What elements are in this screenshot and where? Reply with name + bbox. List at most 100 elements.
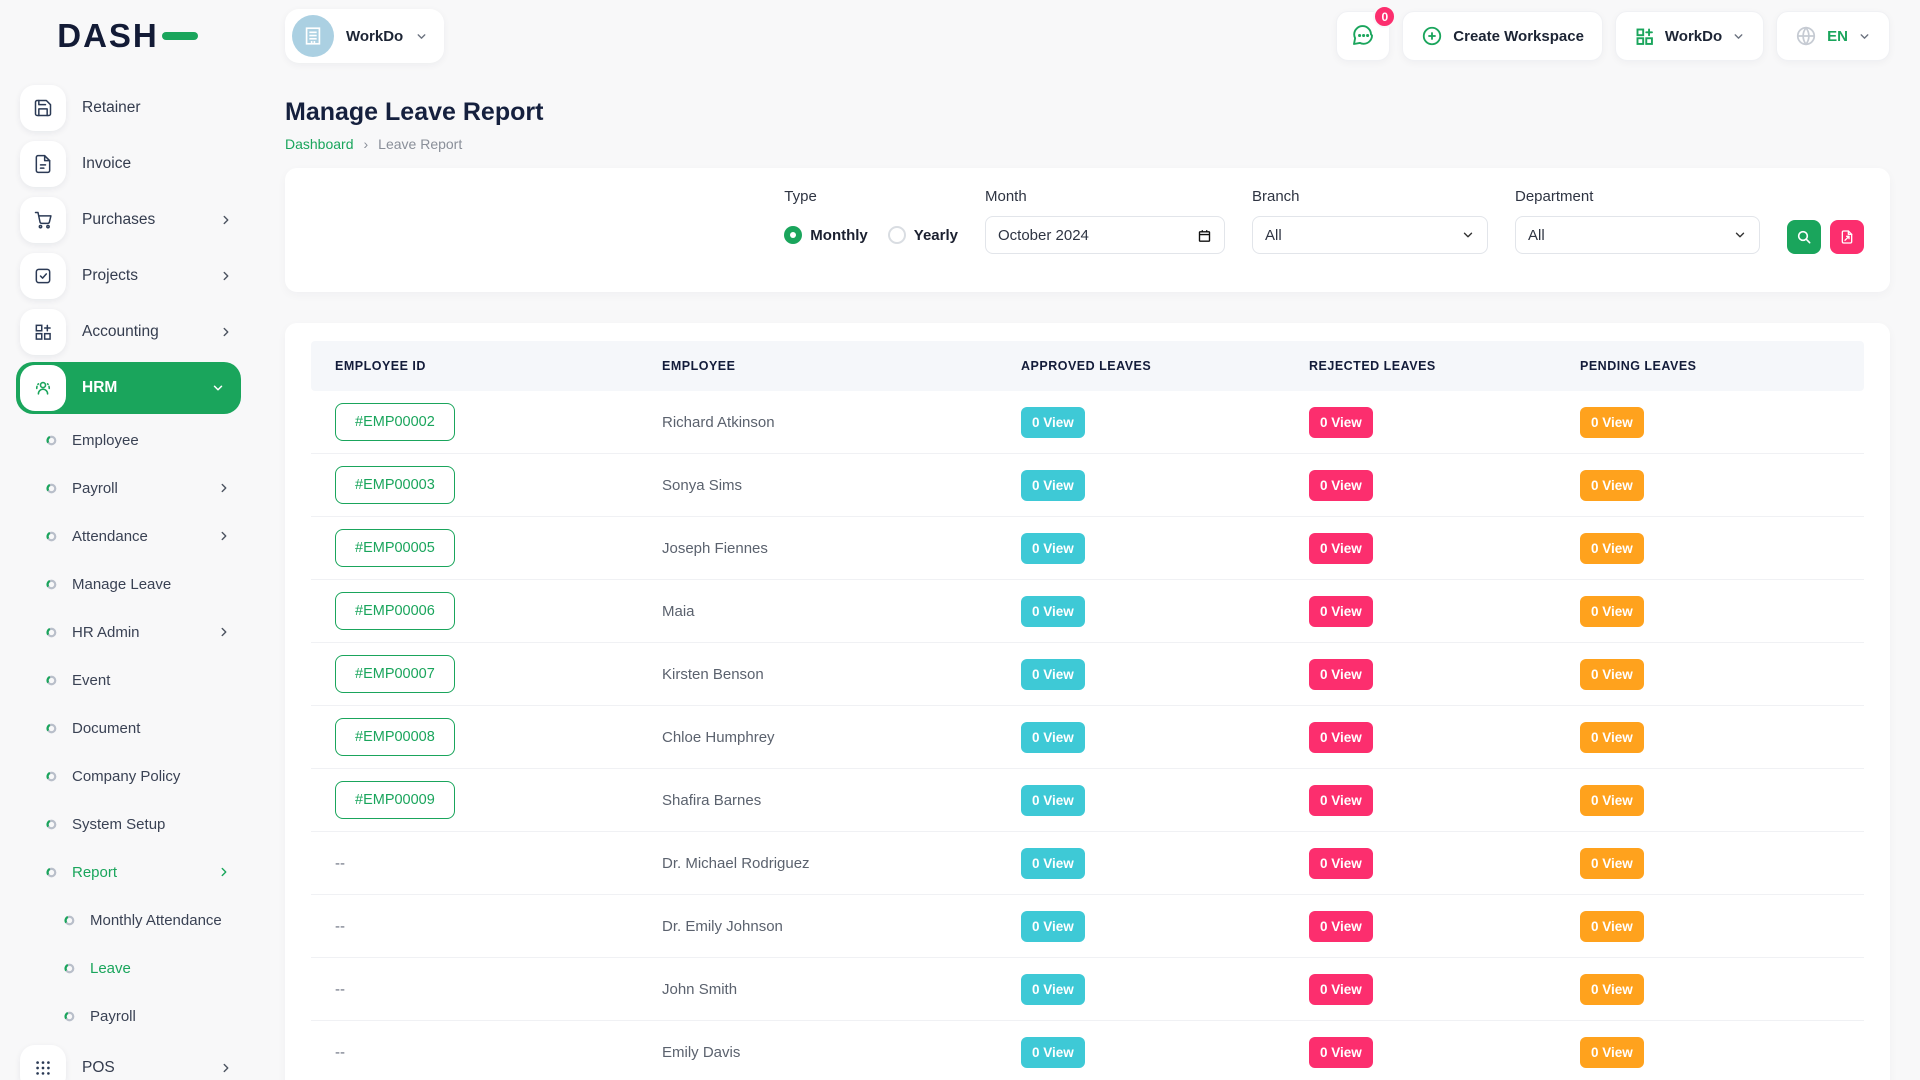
radio-monthly[interactable]: Monthly [784, 226, 868, 244]
sidebar-item-retainer[interactable]: Retainer [16, 80, 241, 136]
employee-name: Shafira Barnes [638, 769, 997, 831]
chevron-right-icon [217, 625, 231, 639]
create-workspace-button[interactable]: Create Workspace [1402, 11, 1603, 61]
employee-id-button[interactable]: #EMP00005 [335, 529, 455, 567]
search-button[interactable] [1787, 220, 1821, 254]
logo-dash-icon [162, 32, 198, 40]
sidebar-item-hr-admin[interactable]: HR Admin [16, 608, 241, 656]
sidebar-item-report[interactable]: Report [16, 848, 241, 896]
employee-id-button[interactable]: #EMP00002 [335, 403, 455, 441]
create-workspace-label: Create Workspace [1453, 28, 1584, 45]
building-icon [292, 15, 334, 57]
approved-leaves-view-button[interactable]: 0 View [1021, 470, 1085, 501]
approved-leaves-view-button[interactable]: 0 View [1021, 659, 1085, 690]
sidebar-item-leave[interactable]: Leave [16, 944, 241, 992]
approved-leaves-view-button[interactable]: 0 View [1021, 848, 1085, 879]
bullet-icon [46, 435, 57, 446]
sidebar-subitem-label: Company Policy [72, 768, 231, 785]
sidebar-item-payroll[interactable]: Payroll [16, 992, 241, 1040]
rejected-leaves-view-button[interactable]: 0 View [1309, 911, 1373, 942]
employee-id-button[interactable]: #EMP00007 [335, 655, 455, 693]
approved-leaves-view-button[interactable]: 0 View [1021, 533, 1085, 564]
rejected-leaves-view-button[interactable]: 0 View [1309, 848, 1373, 879]
breadcrumb-dashboard-link[interactable]: Dashboard [285, 136, 354, 152]
rejected-leaves-view-button[interactable]: 0 View [1309, 785, 1373, 816]
bullet-icon [64, 963, 75, 974]
sidebar-item-purchases[interactable]: Purchases [16, 192, 241, 248]
approved-leaves-view-button[interactable]: 0 View [1021, 974, 1085, 1005]
sidebar-item-pos[interactable]: POS [16, 1040, 241, 1080]
approved-leaves-view-button[interactable]: 0 View [1021, 407, 1085, 438]
team-icon [20, 365, 66, 411]
sidebar-item-hrm[interactable]: HRM [16, 362, 241, 414]
employee-id-button[interactable]: #EMP00003 [335, 466, 455, 504]
pending-leaves-view-button[interactable]: 0 View [1580, 911, 1644, 942]
export-icon [1839, 229, 1855, 245]
pending-leaves-view-button[interactable]: 0 View [1580, 785, 1644, 816]
approved-leaves-view-button[interactable]: 0 View [1021, 722, 1085, 753]
sidebar-item-document[interactable]: Document [16, 704, 241, 752]
sidebar-item-company-policy[interactable]: Company Policy [16, 752, 241, 800]
export-button[interactable] [1830, 220, 1864, 254]
rejected-leaves-view-button[interactable]: 0 View [1309, 596, 1373, 627]
globe-icon [1795, 25, 1817, 47]
employee-id-button[interactable]: #EMP00009 [335, 781, 455, 819]
sidebar-item-invoice[interactable]: Invoice [16, 136, 241, 192]
pending-leaves-view-button[interactable]: 0 View [1580, 974, 1644, 1005]
rejected-leaves-view-button[interactable]: 0 View [1309, 659, 1373, 690]
rejected-leaves-view-button[interactable]: 0 View [1309, 974, 1373, 1005]
pending-leaves-view-button[interactable]: 0 View [1580, 659, 1644, 690]
department-select[interactable]: All [1515, 216, 1760, 254]
column-header-employee: EMPLOYEE [638, 341, 997, 391]
language-selector[interactable]: EN [1776, 11, 1890, 61]
pending-leaves-view-button[interactable]: 0 View [1580, 470, 1644, 501]
approved-leaves-view-button[interactable]: 0 View [1021, 911, 1085, 942]
pending-leaves-view-button[interactable]: 0 View [1580, 722, 1644, 753]
cart-icon [20, 197, 66, 243]
bullet-icon [46, 531, 57, 542]
workspace-menu-button[interactable]: WorkDo [1615, 11, 1764, 61]
employee-name: Emily Davis [638, 1021, 997, 1080]
employee-id-button[interactable]: #EMP00006 [335, 592, 455, 630]
month-input[interactable]: October 2024 [985, 216, 1225, 254]
approved-leaves-view-button[interactable]: 0 View [1021, 596, 1085, 627]
sidebar-subitem-label: Payroll [72, 480, 202, 497]
leave-report-table-card: EMPLOYEE ID EMPLOYEE APPROVED LEAVES REJ… [285, 323, 1890, 1080]
sidebar-item-attendance[interactable]: Attendance [16, 512, 241, 560]
pending-leaves-view-button[interactable]: 0 View [1580, 407, 1644, 438]
sidebar-item-payroll[interactable]: Payroll [16, 464, 241, 512]
sidebar-item-employee[interactable]: Employee [16, 416, 241, 464]
breadcrumb-separator: › [364, 136, 369, 152]
sidebar-item-system-setup[interactable]: System Setup [16, 800, 241, 848]
rejected-leaves-view-button[interactable]: 0 View [1309, 407, 1373, 438]
department-filter: Department All [1515, 188, 1760, 254]
employee-name: Richard Atkinson [638, 391, 997, 453]
sidebar-item-event[interactable]: Event [16, 656, 241, 704]
grid-plus-icon [1634, 26, 1655, 47]
sidebar-item-monthly-attendance[interactable]: Monthly Attendance [16, 896, 241, 944]
pending-leaves-view-button[interactable]: 0 View [1580, 596, 1644, 627]
chevron-down-icon [415, 30, 428, 43]
filter-actions [1787, 220, 1864, 254]
pending-leaves-view-button[interactable]: 0 View [1580, 848, 1644, 879]
sidebar-item-label: HRM [82, 379, 195, 397]
employee-id-empty: -- [335, 855, 345, 872]
rejected-leaves-view-button[interactable]: 0 View [1309, 1037, 1373, 1068]
messages-button[interactable]: 0 [1336, 11, 1390, 61]
radio-yearly[interactable]: Yearly [888, 226, 958, 244]
pending-leaves-view-button[interactable]: 0 View [1580, 1037, 1644, 1068]
approved-leaves-view-button[interactable]: 0 View [1021, 785, 1085, 816]
branch-select[interactable]: All [1252, 216, 1488, 254]
rejected-leaves-view-button[interactable]: 0 View [1309, 533, 1373, 564]
month-filter: Month October 2024 [985, 188, 1225, 254]
sidebar-item-projects[interactable]: Projects [16, 248, 241, 304]
workspace-selector[interactable]: WorkDo [285, 9, 444, 63]
pending-leaves-view-button[interactable]: 0 View [1580, 533, 1644, 564]
sidebar-item-manage-leave[interactable]: Manage Leave [16, 560, 241, 608]
rejected-leaves-view-button[interactable]: 0 View [1309, 470, 1373, 501]
sidebar-item-accounting[interactable]: Accounting [16, 304, 241, 360]
rejected-leaves-view-button[interactable]: 0 View [1309, 722, 1373, 753]
employee-id-button[interactable]: #EMP00008 [335, 718, 455, 756]
approved-leaves-view-button[interactable]: 0 View [1021, 1037, 1085, 1068]
grid-dots-icon [20, 1045, 66, 1080]
